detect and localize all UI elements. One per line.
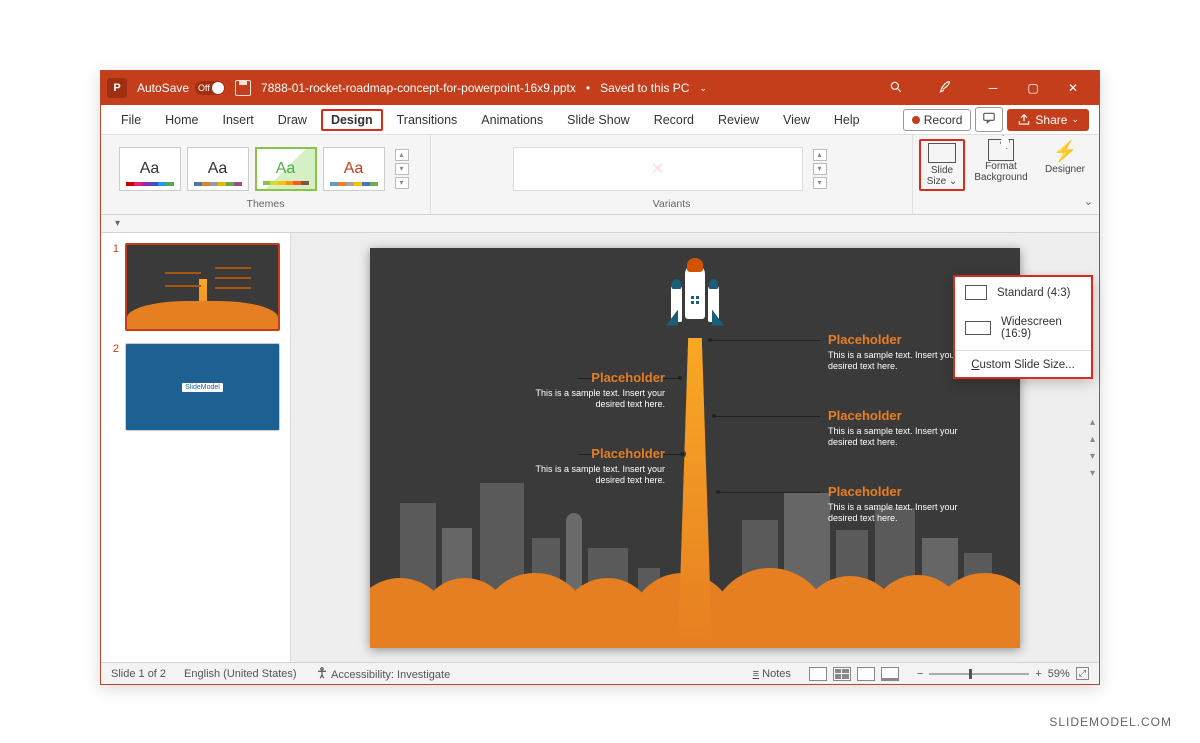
- theme-thumbnail-2[interactable]: Aa: [187, 147, 249, 191]
- view-mode-buttons: [809, 667, 899, 681]
- thumbnail-1[interactable]: 1: [107, 243, 284, 331]
- dropdown-separator: [955, 350, 1091, 351]
- minimize-button[interactable]: ─: [973, 71, 1013, 105]
- status-bar: Slide 1 of 2 English (United States) Acc…: [101, 662, 1099, 684]
- theme-thumbnail-3[interactable]: Aa: [255, 147, 317, 191]
- variants-gallery-nav[interactable]: ▴▾▾: [809, 149, 831, 189]
- powerpoint-window: P AutoSave Off 7888-01-rocket-roadmap-co…: [100, 70, 1100, 685]
- zoom-slider[interactable]: [929, 673, 1029, 675]
- scroll-down-icon[interactable]: ▾: [1090, 468, 1095, 479]
- notes-button[interactable]: ≡ Notes: [753, 668, 791, 680]
- format-background-icon: [988, 139, 1014, 161]
- share-button[interactable]: Share ⌄: [1007, 109, 1089, 131]
- close-button[interactable]: ✕: [1053, 71, 1093, 105]
- slide-canvas[interactable]: Placeholder This is a sample text. Inser…: [370, 248, 1020, 648]
- designer-icon: ⚡: [1053, 139, 1078, 164]
- thumbnail-2-preview: SlideModel: [126, 344, 279, 430]
- normal-view-button[interactable]: [809, 667, 827, 681]
- tab-transitions[interactable]: Transitions: [387, 109, 468, 131]
- tab-file[interactable]: File: [111, 109, 151, 131]
- autosave-toggle[interactable]: AutoSave Off: [137, 81, 225, 95]
- ribbon-design: Aa Aa Aa Aa ▴▾▾ Themes ✕ ▴▾▾ Variants Sl…: [101, 135, 1099, 215]
- slide-counter[interactable]: Slide 1 of 2: [111, 668, 166, 680]
- workspace: 1 2 SlideModel: [101, 233, 1099, 662]
- slideshow-view-button[interactable]: [881, 667, 899, 681]
- tab-draw[interactable]: Draw: [268, 109, 317, 131]
- designer-button[interactable]: ⚡ Designer: [1037, 139, 1093, 191]
- slide-thumbnails-panel: 1 2 SlideModel: [101, 233, 291, 662]
- thumbnail-1-preview: [127, 245, 278, 329]
- scroll-up-icon[interactable]: ▴: [1090, 417, 1095, 428]
- tab-home[interactable]: Home: [155, 109, 208, 131]
- ribbon-tabs: File Home Insert Draw Design Transitions…: [101, 105, 1099, 135]
- search-icon[interactable]: [877, 80, 915, 97]
- aspect-4-3-icon: [965, 285, 987, 300]
- themes-group-label: Themes: [247, 198, 285, 212]
- coming-soon-icon[interactable]: [925, 80, 963, 97]
- tab-view[interactable]: View: [773, 109, 820, 131]
- title-bar: P AutoSave Off 7888-01-rocket-roadmap-co…: [101, 71, 1099, 105]
- record-button[interactable]: Record: [903, 109, 972, 131]
- slide-size-button[interactable]: SlideSize ⌄: [919, 139, 965, 191]
- save-location-dropdown-icon[interactable]: ⌄: [699, 83, 707, 94]
- toggle-knob: [212, 82, 224, 94]
- thumbnail-2[interactable]: 2 SlideModel: [107, 343, 284, 431]
- maximize-button[interactable]: ▢: [1013, 71, 1053, 105]
- tab-review[interactable]: Review: [708, 109, 769, 131]
- variant-thumbnail[interactable]: ✕: [513, 147, 803, 191]
- slide-size-dropdown: Standard (4:3) Widescreen (16:9) Custom …: [953, 275, 1093, 379]
- document-filename: 7888-01-rocket-roadmap-concept-for-power…: [261, 81, 576, 95]
- aspect-16-9-icon: [965, 321, 991, 335]
- save-location: Saved to this PC: [600, 81, 689, 95]
- slide-size-custom[interactable]: Custom Slide Size...: [955, 353, 1091, 377]
- tab-slideshow[interactable]: Slide Show: [557, 109, 640, 131]
- title-separator: •: [586, 81, 590, 95]
- autosave-label: AutoSave: [137, 81, 189, 95]
- zoom-controls: − + 59% ⤢: [917, 667, 1089, 680]
- slide-size-standard[interactable]: Standard (4:3): [955, 277, 1091, 308]
- themes-gallery-nav[interactable]: ▴▾▾: [391, 149, 413, 189]
- tab-insert[interactable]: Insert: [213, 109, 264, 131]
- slide-size-widescreen[interactable]: Widescreen (16:9): [955, 308, 1091, 348]
- format-background-button[interactable]: FormatBackground: [973, 139, 1029, 191]
- quick-access-row: ▾: [101, 215, 1099, 233]
- slide-size-icon: [928, 143, 956, 163]
- rocket-graphic: [670, 264, 720, 334]
- comments-button[interactable]: [975, 107, 1003, 132]
- slide-scroll-controls[interactable]: ▴ ▴▾ ▾: [1090, 417, 1095, 479]
- ribbon-group-variants: ✕ ▴▾▾ Variants: [431, 135, 913, 214]
- sorter-view-button[interactable]: [833, 667, 851, 681]
- tab-animations[interactable]: Animations: [471, 109, 553, 131]
- reading-view-button[interactable]: [857, 667, 875, 681]
- tab-record[interactable]: Record: [644, 109, 704, 131]
- ribbon-group-customize: SlideSize ⌄ FormatBackground ⚡ Designer: [913, 135, 1099, 214]
- theme-thumbnail-1[interactable]: Aa: [119, 147, 181, 191]
- variants-group-label: Variants: [653, 198, 691, 212]
- toggle-switch[interactable]: Off: [195, 81, 225, 95]
- tab-help[interactable]: Help: [824, 109, 870, 131]
- zoom-level[interactable]: 59%: [1048, 668, 1070, 680]
- zoom-out-button[interactable]: −: [917, 668, 923, 680]
- save-icon[interactable]: [235, 80, 251, 96]
- tab-design[interactable]: Design: [321, 109, 383, 131]
- powerpoint-app-icon: P: [107, 78, 127, 98]
- qat-dropdown-icon[interactable]: ▾: [115, 218, 120, 229]
- ribbon-collapse-icon[interactable]: ⌄: [1084, 195, 1093, 208]
- ribbon-group-themes: Aa Aa Aa Aa ▴▾▾ Themes: [101, 135, 431, 214]
- zoom-in-button[interactable]: +: [1035, 668, 1041, 680]
- chevron-down-icon: ⌄: [1071, 114, 1079, 125]
- theme-thumbnail-4[interactable]: Aa: [323, 147, 385, 191]
- accessibility-status[interactable]: Accessibility: Investigate: [315, 666, 451, 681]
- language-status[interactable]: English (United States): [184, 668, 297, 680]
- record-dot-icon: [912, 116, 920, 124]
- fit-to-window-button[interactable]: ⤢: [1076, 667, 1089, 680]
- watermark: SLIDEMODEL.COM: [1049, 715, 1172, 729]
